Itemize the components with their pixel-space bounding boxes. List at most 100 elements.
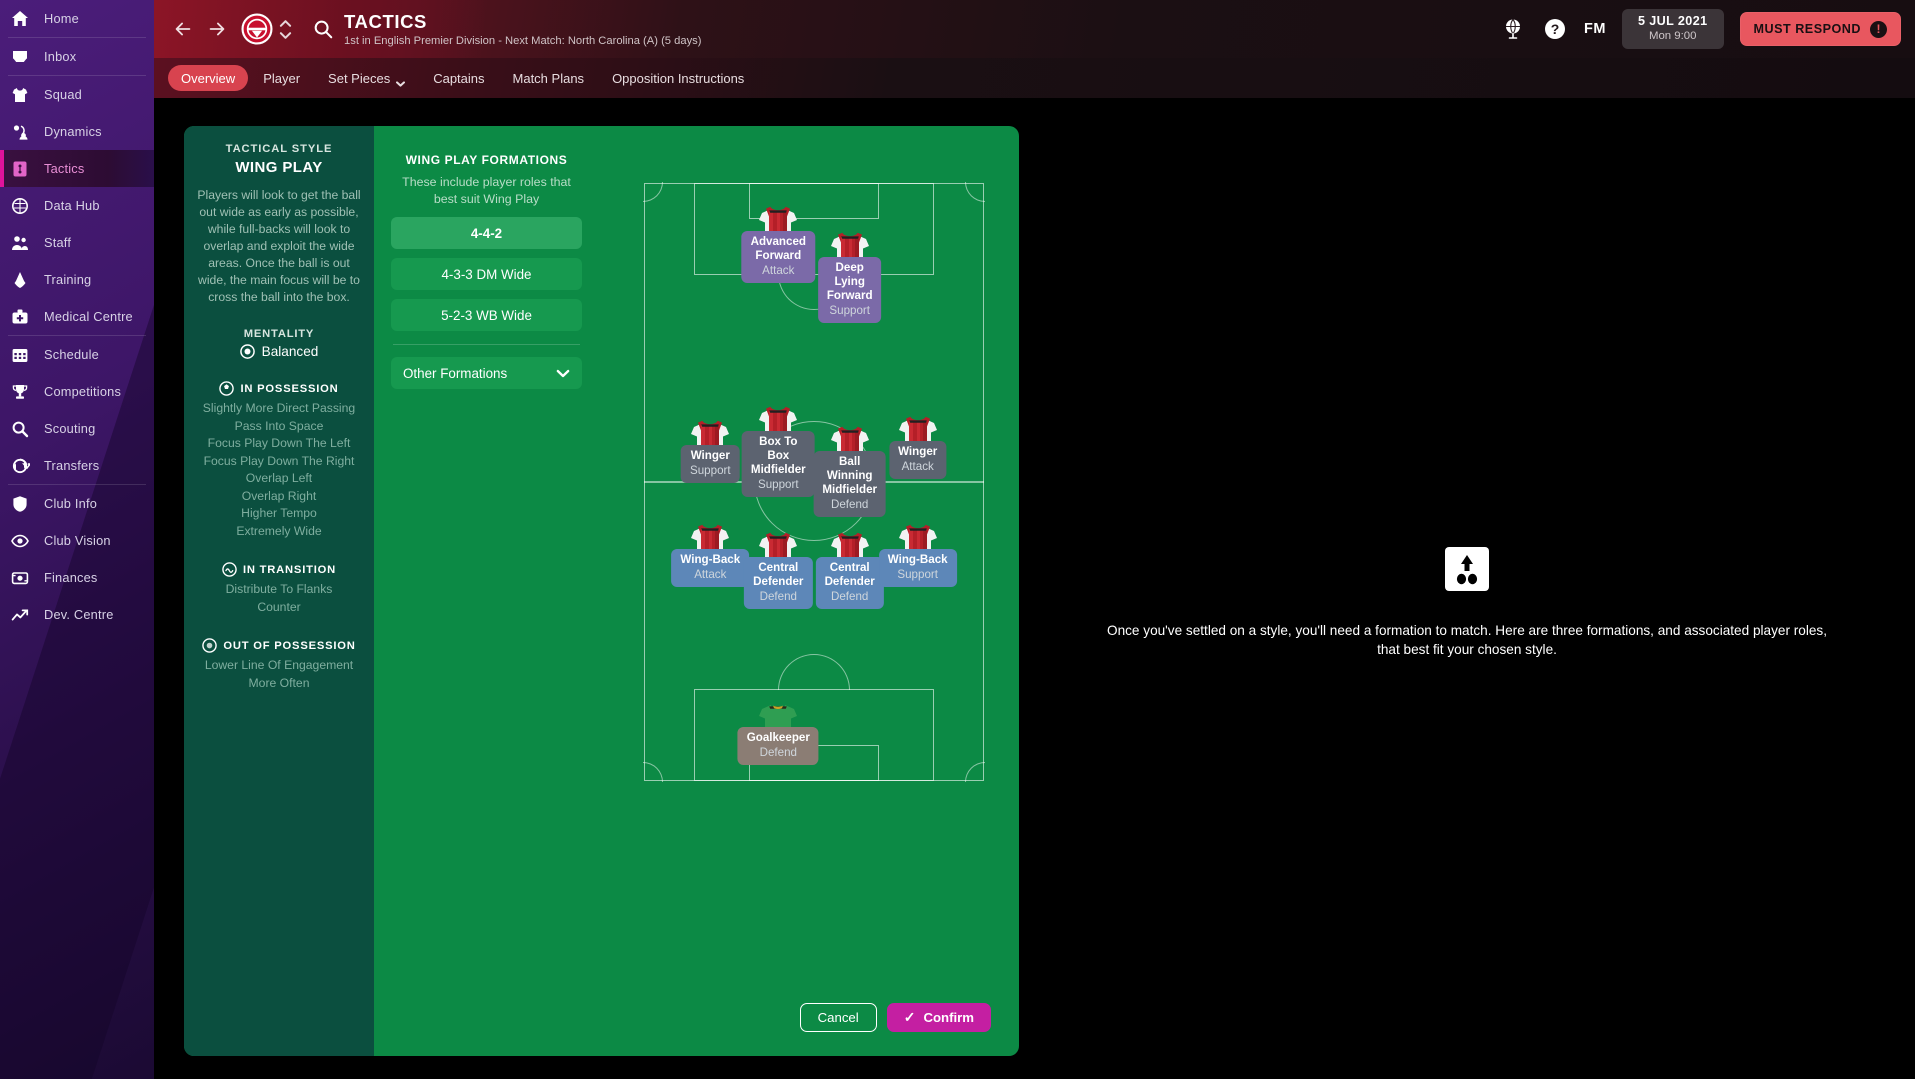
sidebar-item-label: Staff [44,235,72,250]
sidebar-item-club-vision[interactable]: Club Vision [0,522,154,559]
player-position[interactable]: Wing-Back Attack [671,523,750,587]
sidebar-item-scouting[interactable]: Scouting [0,410,154,447]
player-position[interactable]: Goalkeeper Defend [737,701,819,765]
tab-overview[interactable]: Overview [168,65,249,91]
player-position[interactable]: Advanced Forward Attack [741,205,816,283]
sidebar-item-training[interactable]: Training [0,261,154,298]
confirm-button[interactable]: ✓ Confirm [886,1003,991,1032]
sidebar-item-label: Dynamics [44,124,102,139]
cancel-button[interactable]: Cancel [799,1003,877,1032]
sidebar-item-label: Inbox [44,49,77,64]
tab-player[interactable]: Player [250,65,313,91]
sidebar-item-finances[interactable]: Finances [0,559,154,596]
club-badge-icon[interactable] [240,12,274,46]
sidebar-item-label: Club Vision [44,533,111,548]
tab-bar: Overview Player Set Pieces Captains Match Pl… [154,58,1915,98]
player-role-label[interactable]: Winger Attack [889,441,947,479]
hint-panel: Once you've settled on a style, you'll n… [1019,126,1915,1079]
tab-label: Captains [433,70,485,86]
player-position[interactable]: Ball Winning Midfielder Defend [813,425,887,517]
player-position[interactable]: Central Defender Defend [744,531,813,609]
sidebar-item-dynamics[interactable]: Dynamics [0,113,154,150]
formation-option-4-3-3-dm-wide[interactable]: 4-3-3 DM Wide [391,258,582,290]
formation-selection-dialog: TACTICAL STYLE WING PLAY Players will lo… [184,126,1019,1056]
player-position[interactable]: Wing-Back Support [878,523,957,587]
sidebar-item-squad[interactable]: Squad [0,76,154,113]
formation-option-5-2-3-wb-wide[interactable]: 5-2-3 WB Wide [391,299,582,331]
sidebar-item-tactics[interactable]: Tactics [0,150,154,187]
player-role: Wing-Back [887,553,948,566]
page-title: TACTICS [344,10,427,32]
back-button[interactable] [166,12,200,46]
mentality-row[interactable]: Balanced [196,344,362,359]
tab-label: Match Plans [512,70,585,86]
player-role: Central Defender [824,561,875,588]
club-switcher[interactable] [279,19,292,40]
medical-icon [10,307,30,327]
player-role-label[interactable]: Advanced Forward Attack [741,231,816,283]
mentality-dial-icon [239,344,255,359]
in-transition-heading: IN TRANSITION [196,562,362,577]
in-possession-list: Slightly More Direct Passing Pass Into Sp… [196,400,362,540]
sidebar-item-label: Scouting [44,421,96,436]
formations-subtitle: These include player roles that best sui… [402,175,571,206]
player-role-label[interactable]: Central Defender Defend [815,557,884,609]
player-role-label[interactable]: Box To Box Midfielder Support [741,431,815,497]
in-possession-item: Focus Play Down The Left [207,436,351,450]
in-possession-item: Overlap Left [245,471,313,485]
tab-opposition-instructions[interactable]: Opposition Instructions [599,65,757,91]
sidebar-item-data-hub[interactable]: Data Hub [0,187,154,224]
sidebar-item-competitions[interactable]: Competitions [0,373,154,410]
sidebar-item-staff[interactable]: Staff [0,224,154,261]
player-role-label[interactable]: Wing-Back Support [878,549,957,587]
dev-centre-icon [10,605,30,625]
in-possession-item: Pass Into Space [234,418,324,433]
dynamics-icon [10,122,30,142]
player-position[interactable]: Winger Support [680,419,740,483]
player-position[interactable]: Deep Lying Forward Support [817,231,882,323]
player-position[interactable]: Winger Attack [889,415,947,479]
player-position[interactable]: Box To Box Midfielder Support [741,405,815,497]
sidebar-item-club-info[interactable]: Club Info [0,485,154,522]
other-formations-dropdown[interactable]: Other Formations [391,357,582,389]
help-icon[interactable]: ? [1542,16,1568,42]
out-of-possession-item: More Often [248,675,310,690]
magnifier-icon [10,419,30,439]
sidebar-item-inbox[interactable]: Inbox [0,38,154,75]
tab-set-pieces[interactable]: Set Pieces [315,65,418,91]
sidebar-item-dev-centre[interactable]: Dev. Centre [0,596,154,633]
search-icon[interactable] [312,18,334,40]
sidebar-item-label: Club Info [44,496,98,511]
dialog-actions: Cancel ✓ Confirm [799,1003,991,1032]
player-role-label[interactable]: Deep Lying Forward Support [817,257,882,323]
fm-logo[interactable]: FM [1584,21,1606,37]
formation-option-4-4-2[interactable]: 4-4-2 [391,217,582,249]
sidebar-item-medical-centre[interactable]: Medical Centre [0,298,154,335]
player-position[interactable]: Central Defender Defend [815,531,884,609]
player-role-label[interactable]: Goalkeeper Defend [737,727,819,765]
globe-icon[interactable] [1500,16,1526,42]
sidebar-item-schedule[interactable]: Schedule [0,336,154,373]
player-role-label[interactable]: Ball Winning Midfielder Defend [813,451,887,517]
player-role-label[interactable]: Wing-Back Attack [671,549,750,587]
tactics-icon [10,159,30,179]
tactical-style-name: WING PLAY [235,159,323,176]
formation-options: 4-4-2 4-3-3 DM Wide 5-2-3 WB Wide [391,217,582,331]
tab-captains[interactable]: Captains [420,65,497,91]
player-role: Central Defender [753,561,804,588]
must-respond-button[interactable]: MUST RESPOND ! [1739,12,1901,46]
tab-match-plans[interactable]: Match Plans [500,65,598,91]
ball-icon [219,381,235,396]
player-duty: Attack [901,460,934,473]
page-subtitle: 1st in English Premier Division - Next M… [344,34,702,47]
sidebar-item-transfers[interactable]: Transfers [0,447,154,484]
game-date[interactable]: 5 JUL 2021 Mon 9:00 [1621,9,1724,49]
sidebar-item-label: Competitions [44,384,122,399]
sidebar-item-label: Training [44,272,92,287]
sidebar-item-home[interactable]: Home [0,0,154,37]
player-role-label[interactable]: Winger Support [680,445,740,483]
player-role-label[interactable]: Central Defender Defend [744,557,813,609]
back-arrow-icon [175,22,191,36]
forward-button[interactable] [200,12,234,46]
trophy-icon [10,382,30,402]
